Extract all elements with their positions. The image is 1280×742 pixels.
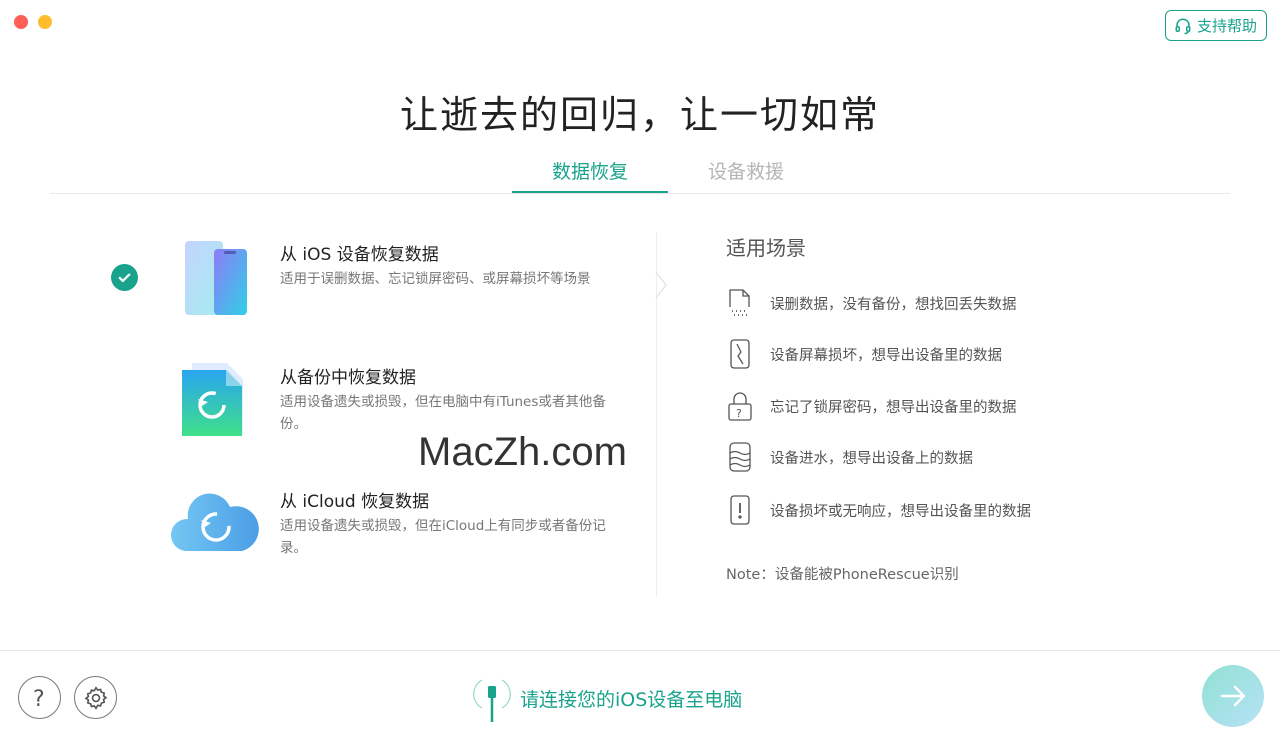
iphone-icon bbox=[170, 240, 260, 320]
scenario-text: 忘记了锁屏密码，想导出设备里的数据 bbox=[770, 399, 1017, 416]
scenario-text: 设备屏幕损坏，想导出设备里的数据 bbox=[770, 347, 1002, 364]
lock-question-icon: ? bbox=[726, 389, 753, 423]
svg-text:?: ? bbox=[33, 687, 45, 710]
device-warning-icon bbox=[726, 493, 753, 527]
window-controls bbox=[14, 15, 52, 29]
scenario-item: ? 忘记了锁屏密码，想导出设备里的数据 bbox=[726, 389, 1017, 423]
close-window-button[interactable] bbox=[14, 15, 28, 29]
broken-screen-icon bbox=[726, 337, 753, 371]
support-help-button[interactable]: 支持帮助 bbox=[1164, 10, 1267, 41]
page-title: 让逝去的回归，让一切如常 bbox=[399, 93, 880, 137]
minimize-window-button[interactable] bbox=[38, 15, 52, 29]
footer-divider bbox=[0, 650, 1280, 651]
scenario-item: 设备屏幕损坏，想导出设备里的数据 bbox=[726, 337, 1002, 371]
support-help-label: 支持帮助 bbox=[1196, 17, 1257, 35]
tab-device-rescue[interactable]: 设备救援 bbox=[668, 150, 824, 193]
help-button[interactable]: ? bbox=[18, 676, 61, 719]
tab-divider bbox=[50, 193, 1230, 194]
next-button[interactable] bbox=[1202, 665, 1264, 727]
mode-tabs: 数据恢复 设备救援 bbox=[512, 150, 824, 193]
option-description: 适用设备遗失或损毁，但在iCloud上有同步或者备份记录。 bbox=[280, 518, 606, 556]
option-title: 从 iCloud 恢复数据 bbox=[280, 492, 430, 512]
option-description: 适用于误删数据、忘记锁屏密码、或屏幕损坏等场景 bbox=[280, 271, 591, 287]
scenario-item: 设备损坏或无响应，想导出设备里的数据 bbox=[726, 493, 1031, 527]
icloud-icon bbox=[170, 487, 260, 567]
option-description: 适用设备遗失或损毁，但在电脑中有iTunes或者其他备份。 bbox=[280, 394, 606, 432]
connect-device-prompt: 请连接您的iOS设备至电脑 bbox=[472, 672, 742, 724]
watermark-text: MacZh.com bbox=[418, 430, 627, 474]
selected-check-icon bbox=[111, 264, 138, 291]
tab-data-recovery[interactable]: 数据恢复 bbox=[512, 150, 668, 193]
deleted-file-icon bbox=[726, 286, 753, 320]
arrow-right-icon bbox=[1220, 685, 1246, 707]
chevron-right-icon bbox=[655, 271, 667, 299]
option-title: 从备份中恢复数据 bbox=[280, 368, 416, 388]
scenario-item: 误删数据，没有备份，想找回丢失数据 bbox=[726, 286, 1017, 320]
gear-icon bbox=[84, 685, 107, 710]
scenarios-note: Note：设备能被PhoneRescue识别 bbox=[726, 567, 959, 583]
scenario-text: 误删数据，没有备份，想找回丢失数据 bbox=[770, 296, 1017, 313]
option-from-icloud[interactable]: 从 iCloud 恢复数据 适用设备遗失或损毁，但在iCloud上有同步或者备份… bbox=[170, 487, 640, 567]
svg-text:?: ? bbox=[736, 407, 742, 420]
connect-device-text: 请连接您的iOS设备至电脑 bbox=[520, 688, 743, 711]
help-icon: ? bbox=[33, 687, 45, 710]
headset-icon bbox=[1175, 18, 1191, 34]
water-damage-icon bbox=[726, 440, 753, 474]
scenarios-title: 适用场景 bbox=[726, 236, 806, 260]
usb-plug-icon bbox=[473, 679, 511, 722]
settings-button[interactable] bbox=[74, 676, 117, 719]
scenario-item: 设备进水，想导出设备上的数据 bbox=[726, 440, 973, 474]
option-title: 从 iOS 设备恢复数据 bbox=[280, 245, 439, 265]
scenario-text: 设备进水，想导出设备上的数据 bbox=[770, 450, 973, 467]
scenario-text: 设备损坏或无响应，想导出设备里的数据 bbox=[770, 503, 1031, 520]
backup-file-icon bbox=[170, 363, 260, 443]
option-ios-device[interactable]: 从 iOS 设备恢复数据 适用于误删数据、忘记锁屏密码、或屏幕损坏等场景 bbox=[170, 240, 640, 320]
